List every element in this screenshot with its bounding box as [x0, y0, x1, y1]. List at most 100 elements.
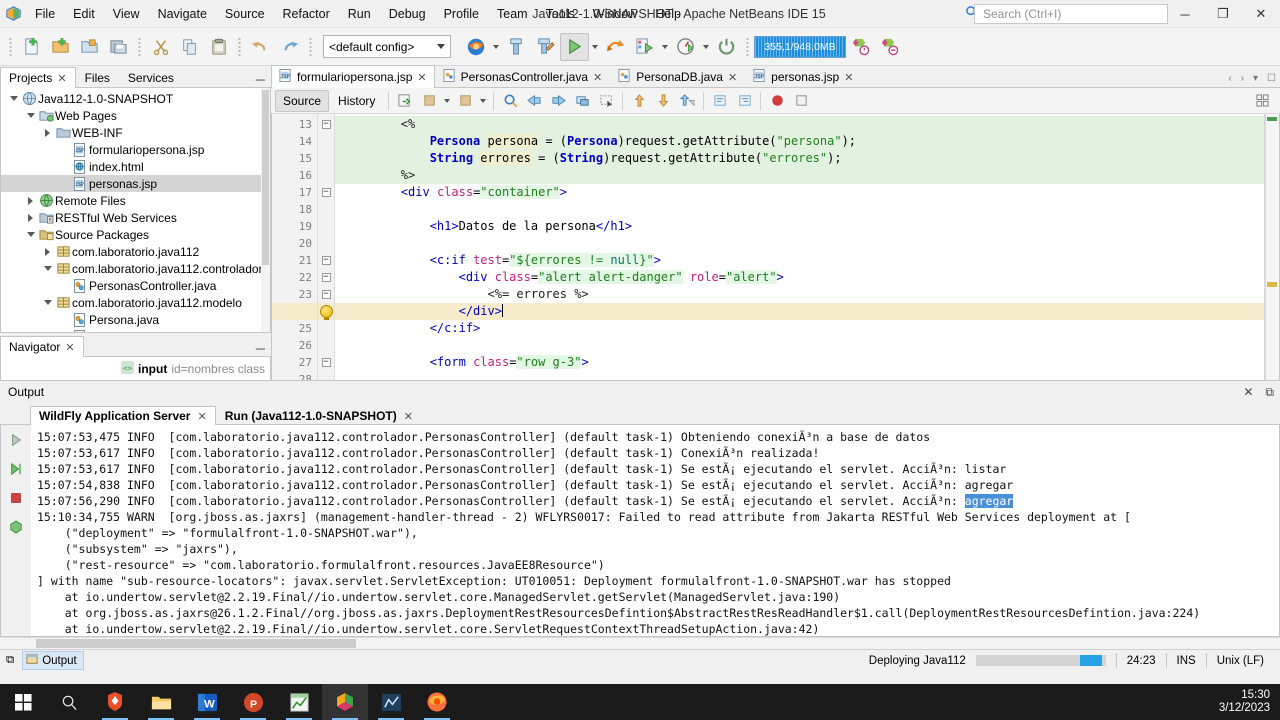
tab-scroll-left-icon[interactable]: ‹: [1228, 73, 1231, 84]
graph-icon[interactable]: [368, 684, 414, 720]
tree-node[interactable]: Source Packages: [1, 226, 270, 243]
tree-node[interactable]: WEB-INF: [1, 124, 270, 141]
debug-project-icon[interactable]: [601, 33, 630, 61]
redo-icon[interactable]: [275, 33, 304, 61]
maximize-button[interactable]: ❐: [1204, 0, 1242, 28]
tree-node[interactable]: JSP personas.jsp: [1, 175, 270, 192]
debug-file-icon[interactable]: [630, 33, 659, 61]
code-line[interactable]: <%= errores %>: [335, 286, 1279, 303]
tree-node[interactable]: Web Pages: [1, 107, 270, 124]
fold-toggle-icon[interactable]: −: [321, 256, 331, 265]
tree-node[interactable]: index.html: [1, 158, 270, 175]
open-project-icon[interactable]: [75, 33, 104, 61]
run-project-button[interactable]: [560, 32, 589, 61]
code-line[interactable]: <%: [335, 116, 1279, 133]
close-icon[interactable]: ✕: [404, 410, 413, 423]
shift-lines-left-icon[interactable]: [708, 90, 732, 112]
editor-mode-source[interactable]: Source: [275, 89, 330, 112]
minimize-button[interactable]: ─: [1166, 0, 1204, 28]
tree-node[interactable]: JSP formulariopersona.jsp: [1, 141, 270, 158]
firefox-icon[interactable]: [414, 684, 460, 720]
tree-expand-toggle[interactable]: [41, 247, 54, 256]
editor-tab-personas-jsp[interactable]: JSP personas.jsp ✕: [745, 65, 861, 88]
find-previous-icon[interactable]: [522, 90, 546, 112]
cut-icon[interactable]: [146, 33, 175, 61]
tree-node[interactable]: PersonaDB.java: [1, 328, 270, 332]
output-log[interactable]: 15:07:53,475 INFO [com.laboratorio.java1…: [31, 425, 1279, 636]
close-button[interactable]: ✕: [1242, 0, 1280, 28]
code-line[interactable]: <c:if test="${errores != null}">: [335, 252, 1279, 269]
code-line[interactable]: [335, 235, 1279, 252]
menu-refactor[interactable]: Refactor: [274, 2, 339, 26]
tree-node[interactable]: com.laboratorio.java112.controlador: [1, 260, 270, 277]
excel-icon[interactable]: [276, 684, 322, 720]
browser-dropdown-arrow[interactable]: [490, 33, 502, 61]
minimize-panel-button[interactable]: ─: [256, 73, 265, 86]
find-next-icon[interactable]: [546, 90, 570, 112]
fold-gutter[interactable]: − − − − − −: [318, 114, 335, 380]
search-input[interactable]: Search (Ctrl+I): [974, 4, 1168, 24]
close-icon[interactable]: ✕: [1243, 385, 1253, 399]
menu-window[interactable]: Window: [584, 2, 646, 26]
powerpoint-icon[interactable]: P: [230, 684, 276, 720]
step-icon[interactable]: [9, 462, 23, 479]
find-selection-icon[interactable]: [498, 90, 522, 112]
folder-icon[interactable]: [138, 684, 184, 720]
editor-tab-formulariopersona-jsp[interactable]: JSP formulariopersona.jsp ✕: [271, 65, 435, 88]
tree-node[interactable]: com.laboratorio.java112.modelo: [1, 294, 270, 311]
brave-icon[interactable]: [92, 684, 138, 720]
tree-node[interactable]: Java112-1.0-SNAPSHOT: [1, 90, 270, 107]
close-icon[interactable]: ✕: [57, 72, 66, 85]
expand-toolbar-icon[interactable]: [1250, 90, 1274, 112]
code-line[interactable]: [335, 337, 1279, 354]
menu-help[interactable]: Help: [646, 2, 690, 26]
code-line[interactable]: %>: [335, 167, 1279, 184]
toolbar-grip-5[interactable]: [744, 35, 751, 58]
build-project-icon[interactable]: [502, 33, 531, 61]
new-file-icon[interactable]: [17, 33, 46, 61]
tree-expand-toggle[interactable]: [24, 232, 37, 237]
tree-expand-toggle[interactable]: [24, 113, 37, 118]
close-icon[interactable]: ✕: [593, 71, 602, 84]
record-macro-icon[interactable]: [765, 90, 789, 112]
shift-lines-right-icon[interactable]: [732, 90, 756, 112]
tab-navigator[interactable]: Navigator ✕: [0, 336, 84, 357]
menu-profile[interactable]: Profile: [435, 2, 488, 26]
shift-left-dropdown[interactable]: [441, 87, 453, 115]
profile-project-icon[interactable]: [671, 33, 700, 61]
last-edit-icon[interactable]: [393, 90, 417, 112]
toolbar-grip-2[interactable]: [136, 35, 143, 58]
code-line[interactable]: [335, 371, 1279, 380]
clear-output-icon[interactable]: [9, 520, 23, 537]
output-tab-wildfly[interactable]: WildFly Application Server ✕: [30, 406, 216, 425]
scroll-thumb[interactable]: [262, 90, 269, 265]
tree-expand-toggle[interactable]: [41, 266, 54, 271]
taskbar-clock[interactable]: 15:30 3/12/2023: [1219, 689, 1270, 715]
debug-dropdown-arrow[interactable]: [659, 33, 671, 61]
fold-toggle-icon[interactable]: −: [321, 188, 331, 197]
insert-mode-indicator[interactable]: INS: [1165, 653, 1206, 668]
line-ending-indicator[interactable]: Unix (LF): [1205, 653, 1274, 668]
code-line[interactable]: <form class="row g-3">: [335, 354, 1279, 371]
error-stripe[interactable]: [1265, 114, 1279, 380]
fold-toggle-icon[interactable]: −: [321, 290, 331, 299]
clean-build-icon[interactable]: [531, 33, 560, 61]
toolbar-grip-3[interactable]: [236, 35, 243, 58]
tab-list-icon[interactable]: ▾: [1253, 73, 1258, 84]
menu-edit[interactable]: Edit: [64, 2, 104, 26]
close-icon[interactable]: ✕: [417, 71, 426, 84]
run-dropdown-arrow[interactable]: [589, 33, 601, 61]
tree-expand-toggle[interactable]: [41, 128, 54, 137]
stop-icon[interactable]: [9, 491, 23, 508]
code-line[interactable]: Persona persona = (Persona)request.getAt…: [335, 133, 1279, 150]
editor-tab-personadb-java[interactable]: PersonaDB.java ✕: [610, 65, 745, 88]
close-icon[interactable]: ✕: [728, 71, 737, 84]
tab-services[interactable]: Services: [119, 67, 183, 88]
editor-mode-history[interactable]: History: [331, 91, 382, 111]
menu-team[interactable]: Team: [488, 2, 537, 26]
power-stop-icon[interactable]: [712, 33, 741, 61]
memory-usage-indicator[interactable]: 355,1/948,0MB: [754, 35, 846, 58]
toggle-bookmark-icon[interactable]: [675, 90, 699, 112]
menu-debug[interactable]: Debug: [380, 2, 435, 26]
code-line[interactable]: </div>: [335, 303, 1279, 320]
